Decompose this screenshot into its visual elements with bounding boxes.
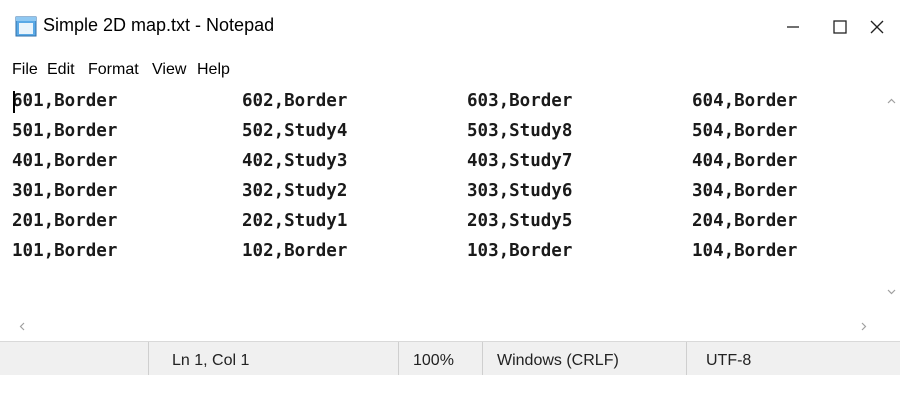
editor-cell: 301,Border	[12, 181, 118, 201]
editor-cell: 102,Border	[242, 241, 348, 261]
menu-bar: File Edit Format View Help	[0, 53, 900, 87]
editor-cell: 503,Study8	[467, 121, 573, 141]
editor-cell: 501,Border	[12, 121, 118, 141]
menu-format[interactable]: Format	[88, 60, 139, 80]
editor-line: 101,Border 102,Border 103,Border 104,Bor…	[12, 236, 797, 266]
editor-line: 401,Border 402,Study3 403,Study7 404,Bor…	[12, 146, 797, 176]
editor-cell: 403,Study7	[467, 151, 573, 171]
editor-cell: 404,Border	[692, 151, 798, 171]
title-bar[interactable]: Simple 2D map.txt - Notepad	[0, 0, 900, 53]
editor-cell: 603,Border	[467, 91, 573, 111]
menu-view[interactable]: View	[152, 60, 186, 80]
window-title: Simple 2D map.txt - Notepad	[43, 15, 275, 35]
editor-cell: 104,Border	[692, 241, 798, 261]
editor-cell: 303,Study6	[467, 181, 573, 201]
scroll-right-arrow-icon[interactable]	[858, 321, 869, 332]
zoom-level: 100%	[413, 352, 454, 369]
editor-cell: 201,Border	[12, 211, 118, 231]
minimize-icon	[787, 25, 799, 28]
scroll-down-arrow-icon[interactable]	[886, 286, 897, 297]
editor-line: 301,Border 302,Study2 303,Study6 304,Bor…	[12, 176, 797, 206]
editor-line: 501,Border 502,Study4 503,Study8 504,Bor…	[12, 116, 797, 146]
encoding: UTF-8	[706, 352, 752, 369]
status-bar: Ln 1, Col 1 100% Windows (CRLF) UTF-8	[0, 341, 900, 375]
text-editor[interactable]: 601,Border 602,Border 603,Border 604,Bor…	[0, 86, 883, 312]
scrollbar-corner	[883, 312, 900, 340]
line-ending: Windows (CRLF)	[497, 352, 619, 369]
maximize-icon	[833, 19, 847, 34]
close-icon	[870, 20, 884, 33]
scroll-up-arrow-icon[interactable]	[886, 96, 897, 107]
editor-cell: 504,Border	[692, 121, 798, 141]
editor-cell: 602,Border	[242, 91, 348, 111]
editor-cell: 304,Border	[692, 181, 798, 201]
editor-cell: 604,Border	[692, 91, 798, 111]
editor-cell: 103,Border	[467, 241, 573, 261]
editor-cell: 402,Study3	[242, 151, 348, 171]
status-separator	[398, 342, 399, 375]
editor-cell: 502,Study4	[242, 121, 348, 141]
notepad-icon	[15, 16, 37, 37]
menu-file[interactable]: File	[12, 60, 38, 80]
editor-cell: 101,Border	[12, 241, 118, 261]
cursor-position: Ln 1, Col 1	[172, 352, 250, 369]
vertical-scrollbar[interactable]	[883, 86, 900, 312]
scroll-left-arrow-icon[interactable]	[17, 321, 28, 332]
close-button[interactable]	[847, 0, 900, 53]
status-separator	[482, 342, 483, 375]
editor-line: 201,Border 202,Study1 203,Study5 204,Bor…	[12, 206, 797, 236]
editor-cell: 203,Study5	[467, 211, 573, 231]
status-separator	[148, 342, 149, 375]
editor-cell: 204,Border	[692, 211, 798, 231]
horizontal-scrollbar[interactable]	[0, 312, 883, 340]
editor-cell: 601,Border	[12, 91, 118, 111]
status-separator	[686, 342, 687, 375]
editor-line: 601,Border 602,Border 603,Border 604,Bor…	[12, 86, 797, 116]
editor-cell: 302,Study2	[242, 181, 348, 201]
editor-cell: 401,Border	[12, 151, 118, 171]
text-caret	[13, 91, 15, 113]
editor-cell: 202,Study1	[242, 211, 348, 231]
menu-edit[interactable]: Edit	[47, 60, 75, 80]
menu-help[interactable]: Help	[197, 60, 230, 80]
